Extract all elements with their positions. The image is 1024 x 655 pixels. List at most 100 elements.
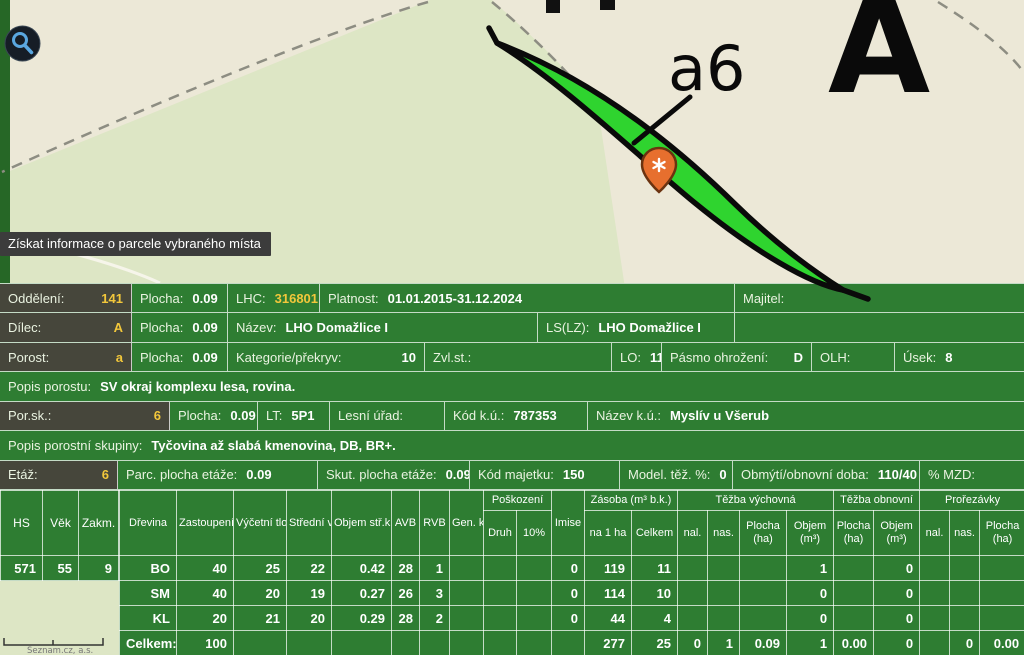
table-cell: KL — [120, 606, 177, 631]
info-row-5: Por.sk.:6 Plocha:0.09 LT:5P1 Lesní úřad:… — [0, 402, 1024, 431]
table-cell — [708, 581, 740, 606]
table-row: Celkem:10027725010.0910.00000.00 — [120, 631, 1024, 655]
table-cell: 0 — [552, 581, 585, 606]
table-cell: 10 — [632, 581, 678, 606]
table-cell — [517, 556, 552, 581]
table-cell — [678, 581, 708, 606]
table-cell: 100 — [177, 631, 234, 655]
field-value: 0.09 — [446, 467, 470, 482]
table-cell — [332, 631, 392, 655]
col-plocha-ha-2: Plocha (ha) — [834, 511, 874, 556]
field-majitel: Majitel: — [735, 284, 1024, 312]
table-row: SM4020190.2726301141000 — [120, 581, 1024, 606]
field-label: Majitel: — [743, 291, 784, 306]
table-cell: SM — [120, 581, 177, 606]
field-value: LHO Domažlice I — [598, 320, 701, 335]
species-table: Dřevina Zastoupení (%) Výčetní tloušťka … — [119, 490, 1024, 655]
map-label-a6: a6 — [668, 32, 745, 105]
table-cell: 0.09 — [740, 631, 787, 655]
col-gen-klas: Gen. klas. — [450, 491, 484, 556]
table-header-row: Dřevina Zastoupení (%) Výčetní tloušťka … — [120, 491, 1024, 511]
table-cell — [980, 556, 1024, 581]
table-cell: 44 — [585, 606, 632, 631]
field-dilec: Dílec:A — [0, 313, 132, 341]
table-cell: 0 — [874, 556, 920, 581]
table-cell: 0 — [552, 556, 585, 581]
field-value: Tyčovina až slabá kmenovina, DB, BR+. — [151, 438, 395, 453]
table-cell: Celkem: — [120, 631, 177, 655]
field-label: Pásmo ohrožení: — [670, 350, 768, 365]
col-vycetni-tloustka: Výčetní tloušťka (cm) — [234, 491, 287, 556]
field-label: Porost: — [8, 350, 49, 365]
table-cell — [484, 581, 517, 606]
table-cell: 4 — [632, 606, 678, 631]
field-label: Kategorie/překryv: — [236, 350, 342, 365]
table-cell: 25 — [234, 556, 287, 581]
field-label: Zvl.st.: — [433, 350, 471, 365]
search-button[interactable] — [4, 25, 41, 62]
field-label: Oddělení: — [8, 291, 64, 306]
col-drevina: Dřevina — [120, 491, 177, 556]
table-row: KL2021200.29282044400 — [120, 606, 1024, 631]
table-cell: 28 — [392, 606, 420, 631]
field-lt: LT:5P1 — [258, 402, 330, 430]
info-row-1: Oddělení:141 Plocha:0.09 LHC:316801 Plat… — [0, 283, 1024, 313]
field-plocha-1: Plocha:0.09 — [132, 284, 228, 312]
table-cell — [920, 556, 950, 581]
table-cell: 3 — [420, 581, 450, 606]
table-cell — [517, 606, 552, 631]
table-cell: 0.29 — [332, 606, 392, 631]
map-label-fragment — [546, 0, 560, 13]
field-label: Skut. plocha etáže: — [326, 467, 437, 482]
field-lo: LO:11 — [612, 343, 662, 371]
table-row: 571 55 9 — [1, 556, 119, 581]
field-zvlst: Zvl.st.: — [425, 343, 612, 371]
table-cell: 11 — [632, 556, 678, 581]
table-cell: 0 — [552, 606, 585, 631]
table-cell: BO — [120, 556, 177, 581]
info-panel: Oddělení:141 Plocha:0.09 LHC:316801 Plat… — [0, 283, 1024, 655]
table-cell — [420, 631, 450, 655]
col-objem-m3-1: Objem (m³) — [787, 511, 834, 556]
field-value: 141 — [101, 291, 123, 306]
field-label: Obmýtí/obnovní doba: — [741, 467, 869, 482]
table-cell: 0.00 — [980, 631, 1024, 655]
field-kod-majetku: Kód majetku:150 — [470, 461, 620, 489]
stand-tables: HS Věk Zakm. 571 55 9 — [0, 490, 1024, 655]
field-value: 787353 — [513, 408, 556, 423]
field-value: 11 — [650, 350, 662, 365]
field-platnost: Platnost:01.01.2015-31.12.2024 — [320, 284, 735, 312]
map-label-A: A — [828, 0, 930, 124]
field-skut-plocha-etaze: Skut. plocha etáže: 0.09 — [318, 461, 470, 489]
table-cell — [834, 556, 874, 581]
field-popis-porostu: Popis porostu:SV okraj komplexu lesa, ro… — [0, 372, 1024, 400]
table-cell: 1 — [787, 556, 834, 581]
field-value: LHO Domažlice I — [285, 320, 388, 335]
field-nazev: Název:LHO Domažlice I — [228, 313, 538, 341]
table-cell: 0.27 — [332, 581, 392, 606]
col-nas-1: nas. — [708, 511, 740, 556]
info-row-7: Etáž:6 Parc. plocha etáže:0.09 Skut. plo… — [0, 461, 1024, 490]
field-value: 0 — [719, 467, 726, 482]
field-value: 0.09 — [230, 408, 255, 423]
field-lslz: LS(LZ):LHO Domažlice I — [538, 313, 735, 341]
table-cell: 20 — [287, 606, 332, 631]
info-row-3: Porost:a Plocha:0.09 Kategorie/překryv:1… — [0, 343, 1024, 372]
table-cell — [484, 556, 517, 581]
table-cell — [980, 581, 1024, 606]
field-popis-porostni-skupiny: Popis porostní skupiny:Tyčovina až slabá… — [0, 431, 1024, 459]
field-label: Dílec: — [8, 320, 41, 335]
col-druh: Druh — [484, 511, 517, 556]
field-label: Platnost: — [328, 291, 379, 306]
field-label: Kód majetku: — [478, 467, 554, 482]
field-label: Plocha: — [140, 350, 183, 365]
col-zastoupeni: Zastoupení (%) — [177, 491, 234, 556]
table-cell — [678, 556, 708, 581]
table-cell: 119 — [585, 556, 632, 581]
table-cell: 0 — [787, 606, 834, 631]
col-celkem: Celkem — [632, 511, 678, 556]
field-model-tez: Model. těž. %:0 — [620, 461, 733, 489]
table-cell — [450, 581, 484, 606]
col-vek: Věk — [43, 491, 79, 556]
field-olh: OLH: — [812, 343, 895, 371]
